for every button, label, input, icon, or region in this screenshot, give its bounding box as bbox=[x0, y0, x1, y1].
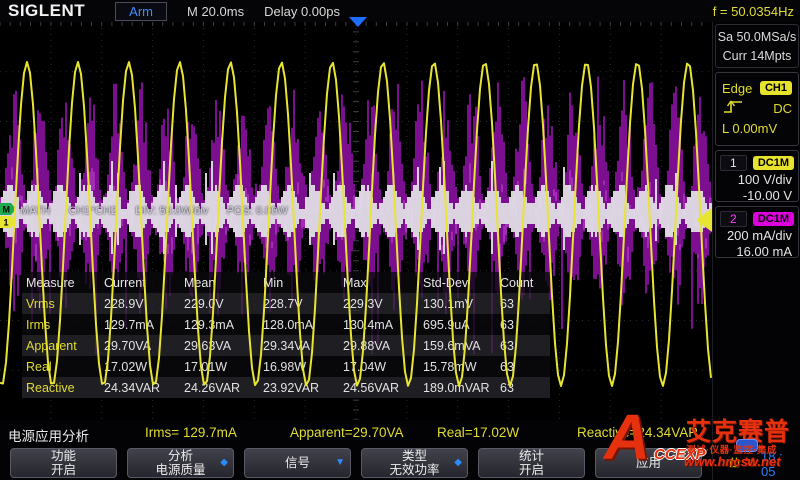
rising-edge-icon bbox=[722, 99, 744, 118]
acquisition-status-badge[interactable]: Arm bbox=[115, 2, 167, 21]
trigger-info-box[interactable]: Edge CH1 DC L 0.00mV bbox=[715, 72, 799, 146]
menu-button-statistics[interactable]: 统计 开启 bbox=[478, 448, 585, 478]
channel1-position: -10.00 V bbox=[720, 188, 794, 204]
menu-button-signal[interactable]: 信号 ▼ bbox=[244, 448, 351, 478]
trigger-source-badge: CH1 bbox=[760, 81, 792, 95]
status-real: Real=17.02W bbox=[437, 425, 519, 440]
channel2-position: 16.00 mA bbox=[720, 244, 794, 260]
menu-button-type[interactable]: 类型 无效功率 ◆ bbox=[361, 448, 468, 478]
trigger-position-icon[interactable] bbox=[349, 17, 367, 27]
usb-icon bbox=[728, 455, 741, 474]
waveform-front-svg bbox=[0, 22, 712, 420]
power-analysis-status-bar: 电源应用分析 Irms= 129.7mA Apparent=29.70VA Re… bbox=[0, 420, 712, 446]
delay-readout[interactable]: Delay 0.00ps bbox=[264, 4, 340, 19]
sample-rate: Sa 50.0MSa/s bbox=[716, 28, 798, 47]
frequency-counter: f = 50.0354Hz bbox=[713, 4, 794, 19]
trigger-level: L 0.00mV bbox=[722, 121, 777, 136]
menu-button-function[interactable]: 功能 开启 bbox=[10, 448, 117, 478]
channel1-number: 1 bbox=[720, 155, 747, 171]
status-reactive: Reactive=24.34VAR bbox=[577, 425, 698, 440]
siglent-logo: SIGLENT bbox=[8, 1, 85, 21]
disabled-red-x-icon bbox=[744, 455, 756, 473]
timebase-readout[interactable]: M 20.0ms bbox=[187, 4, 244, 19]
waveform-display[interactable]: M1 MATH CH1*CH2 DIV: 50.0W/div POS: 0.00… bbox=[0, 22, 712, 420]
channel2-info-box[interactable]: 2 DC1M 200 mA/div 16.00 mA bbox=[715, 206, 799, 258]
memory-depth: Curr 14Mpts bbox=[716, 47, 798, 66]
channel2-number: 2 bbox=[720, 211, 747, 227]
clock-area: 18 : 05 bbox=[728, 452, 800, 476]
clock: 18 : 05 bbox=[761, 449, 800, 479]
side-panel: Sa 50.0MSa/s Curr 14Mpts Edge CH1 DC L 0… bbox=[712, 22, 800, 480]
channel1-info-box[interactable]: 1 DC1M 100 V/div -10.00 V bbox=[715, 150, 799, 202]
menu-button-analysis[interactable]: 分析 电源质量 ◆ bbox=[127, 448, 234, 478]
diamond-arrow-icon: ◆ bbox=[454, 456, 462, 470]
analysis-title: 电源应用分析 bbox=[8, 425, 89, 445]
down-arrow-icon: ▼ bbox=[335, 456, 345, 470]
status-irms: Irms= 129.7mA bbox=[145, 425, 237, 440]
diamond-arrow-icon: ◆ bbox=[220, 456, 228, 470]
status-apparent: Apparent=29.70VA bbox=[290, 425, 403, 440]
acquisition-info-box: Sa 50.0MSa/s Curr 14Mpts bbox=[715, 24, 799, 68]
top-status-bar: SIGLENT Arm M 20.0ms Delay 0.00ps f = 50… bbox=[0, 0, 800, 22]
channel1-coupling-badge: DC1M bbox=[753, 156, 794, 170]
channel2-scale: 200 mA/div bbox=[720, 228, 794, 244]
channel1-scale: 100 V/div bbox=[720, 172, 794, 188]
trigger-mode: Edge bbox=[722, 81, 752, 96]
channel2-coupling-badge: DC1M bbox=[753, 212, 794, 226]
softkey-menu: 功能 开启 分析 电源质量 ◆ 信号 ▼ 类型 无效功率 ◆ 统计 开启 应用 bbox=[0, 446, 712, 480]
trigger-coupling: DC bbox=[773, 101, 792, 116]
menu-button-apply[interactable]: 应用 bbox=[595, 448, 702, 478]
